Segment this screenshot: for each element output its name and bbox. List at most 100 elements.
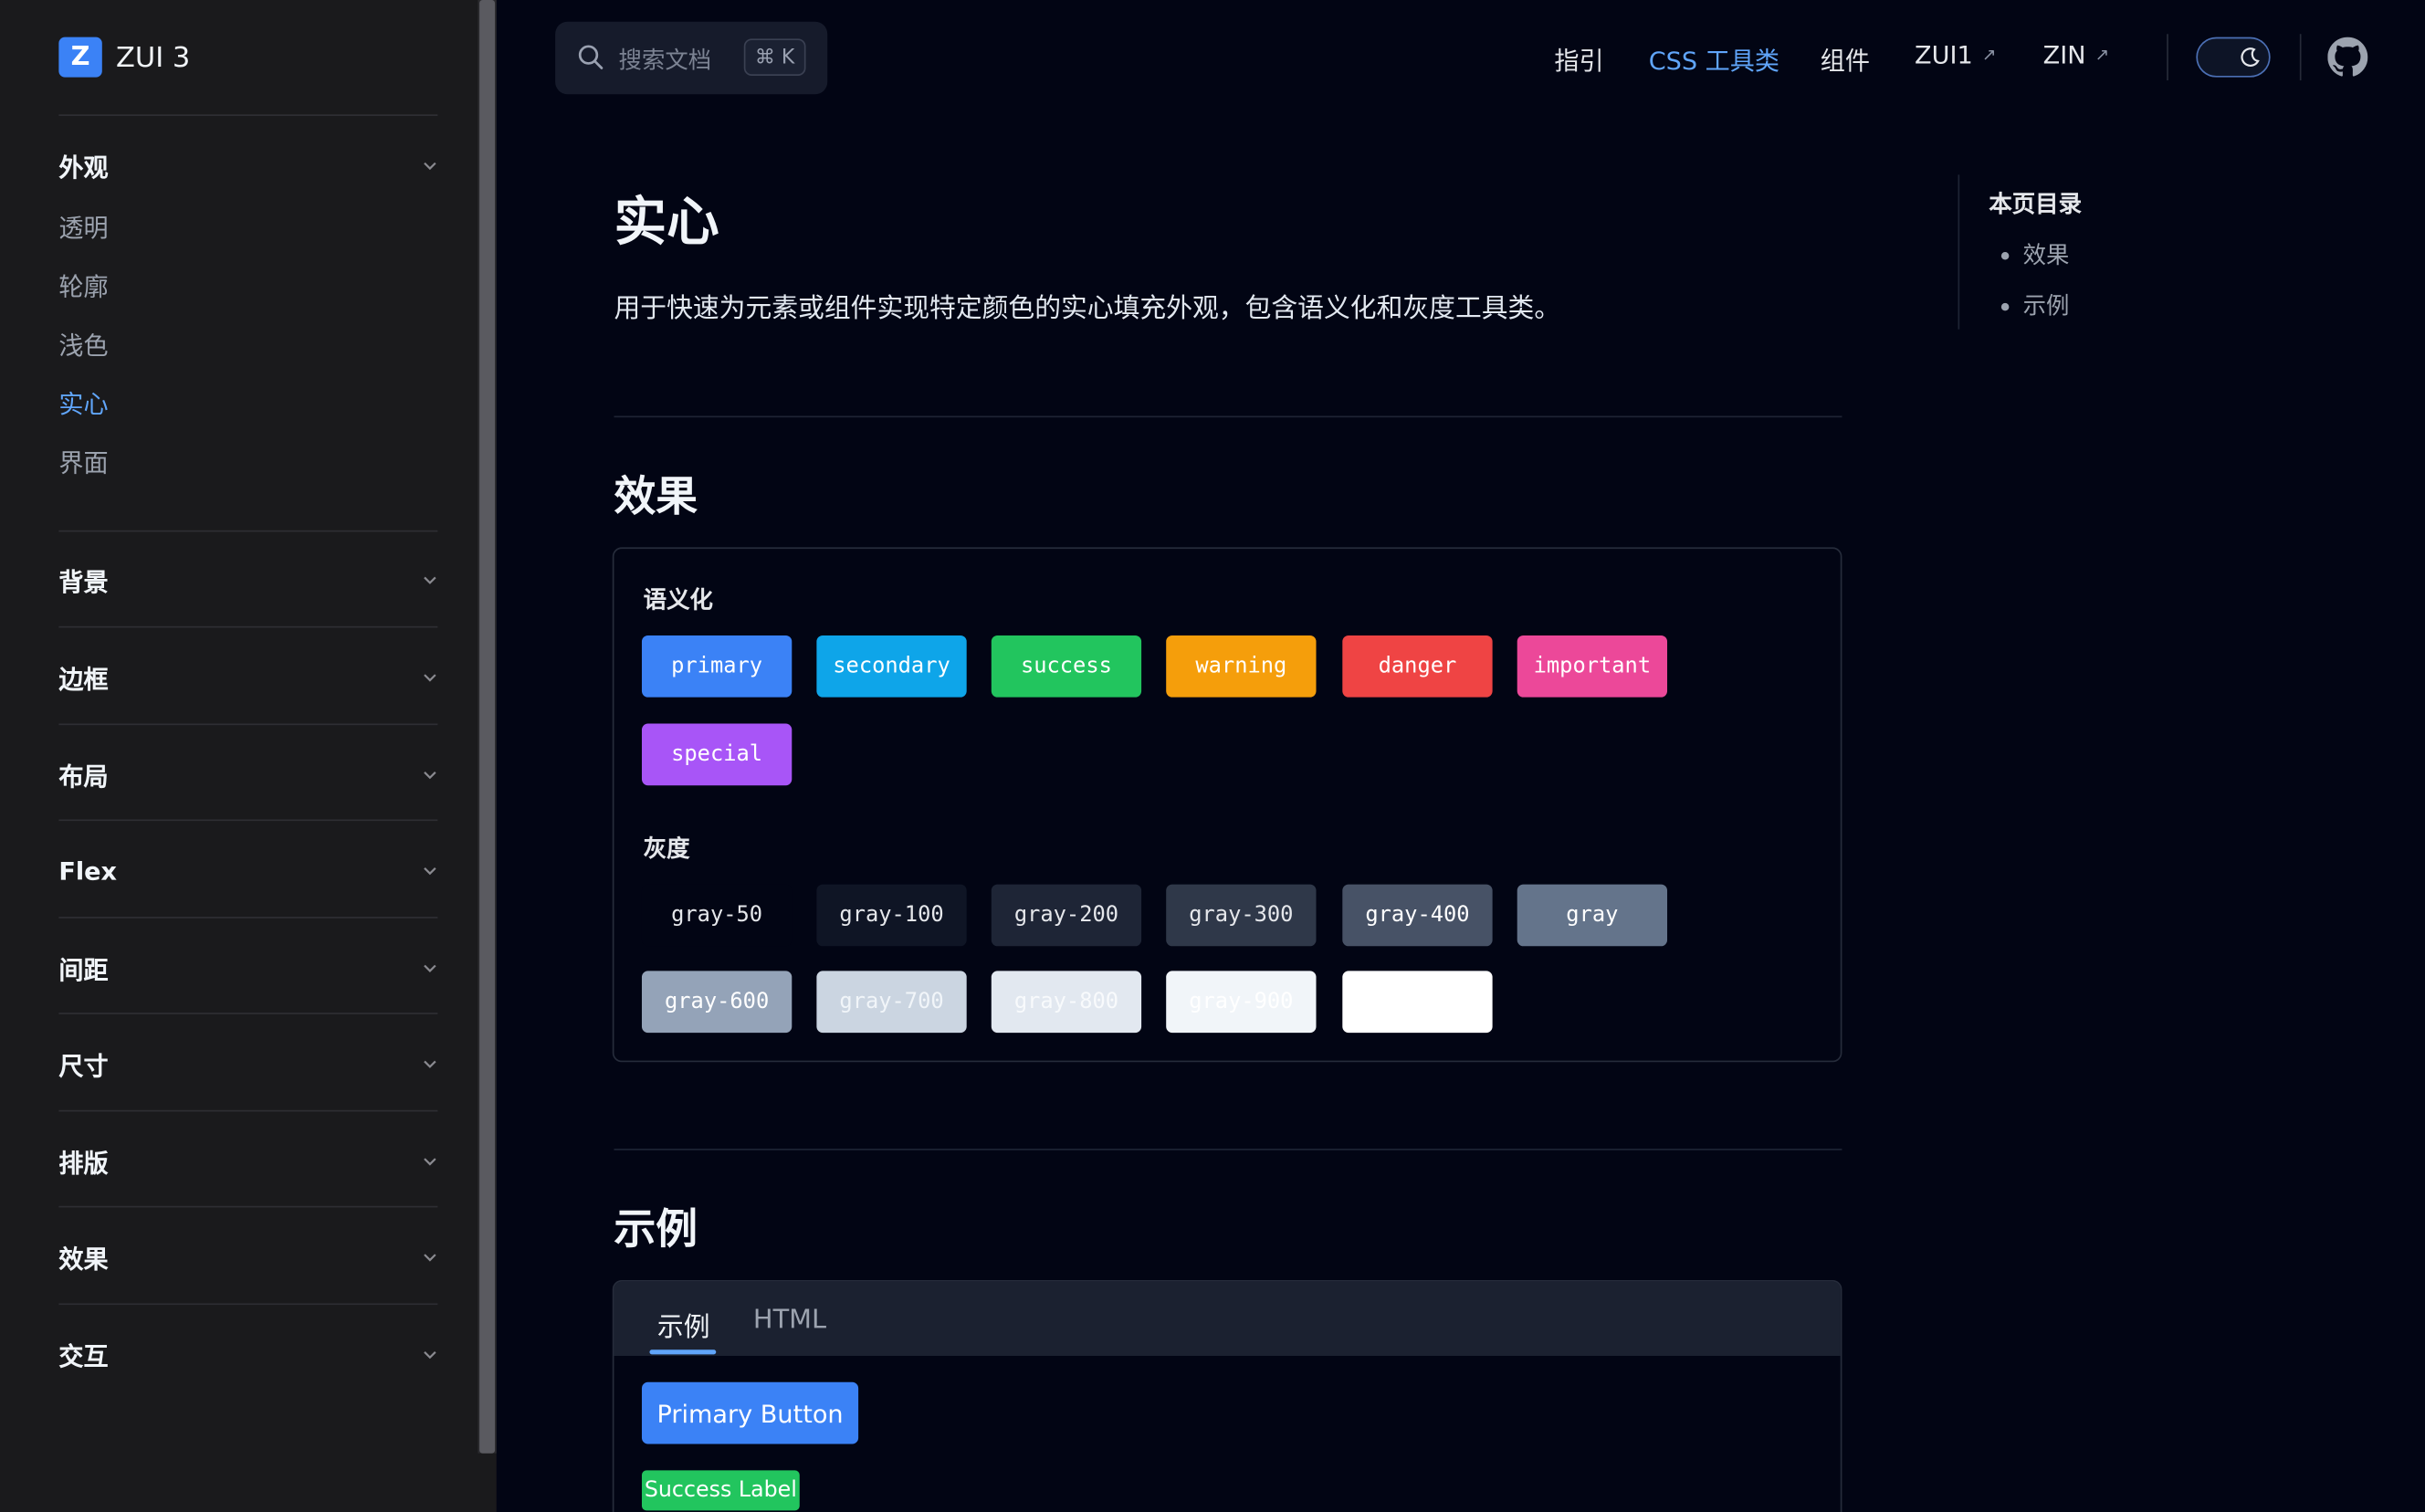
chevron-down-icon xyxy=(424,1158,436,1166)
nav-guide[interactable]: 指引 xyxy=(1554,40,1603,78)
divider xyxy=(58,917,438,919)
sidebar-group-spacing[interactable]: 间距 xyxy=(58,950,437,987)
gray-chip-gray-200: gray-200 xyxy=(991,884,1142,947)
divider xyxy=(58,1303,438,1306)
sidebar-group-label: 排版 xyxy=(58,1149,109,1179)
divider xyxy=(58,114,438,116)
nav-label: 组件 xyxy=(1820,46,1870,76)
page-description: 用于快速为元素或组件实现特定颜色的实心填充外观，包含语义化和灰度工具类。 xyxy=(614,293,1561,325)
semantic-label: 语义化 xyxy=(643,585,713,614)
app-title: ZUI 3 xyxy=(116,40,191,74)
gray-chip-gray-600: gray-600 xyxy=(641,971,793,1034)
gray-chip-gray-50: gray-50 xyxy=(641,884,793,947)
divider xyxy=(58,530,438,532)
sidebar-group-layout[interactable]: 布局 xyxy=(58,756,437,793)
nav-label: ZIN xyxy=(2042,40,2086,70)
sidebar-group-appearance[interactable]: 外观 xyxy=(58,147,437,184)
sidebar: Z ZUI 3 外观 透明 轮廓 浅色 实心 界面 背景 边框 布局 Flex xyxy=(0,0,497,1512)
sidebar-group-label: 间距 xyxy=(58,955,109,985)
search-placeholder: 搜索文档 xyxy=(618,46,712,75)
section-heading-example: 示例 xyxy=(614,1205,698,1255)
chevron-down-icon xyxy=(424,1254,436,1262)
search-icon xyxy=(578,45,604,69)
divider xyxy=(58,1205,438,1208)
moon-icon xyxy=(2234,41,2266,73)
example-tabs: 示例 HTML xyxy=(614,1281,1841,1357)
primary-button[interactable]: Primary Button xyxy=(641,1381,859,1444)
gray-label: 灰度 xyxy=(643,835,690,863)
chevron-down-icon xyxy=(424,162,436,171)
sidebar-item-solid[interactable]: 实心 xyxy=(58,383,108,421)
sidebar-item-outline[interactable]: 轮廓 xyxy=(58,266,108,303)
semantic-chip-important: important xyxy=(1517,635,1668,698)
toc-item-effect[interactable]: 效果 xyxy=(2001,238,2070,271)
nav-components[interactable]: 组件 xyxy=(1821,40,1870,78)
tab-example[interactable]: 示例 xyxy=(657,1305,710,1344)
sidebar-group-interaction[interactable]: 交互 xyxy=(58,1336,437,1373)
chevron-down-icon xyxy=(424,772,436,780)
toc-item-example[interactable]: 示例 xyxy=(2001,289,2070,322)
active-tab-indicator xyxy=(649,1349,717,1355)
toc-title: 本页目录 xyxy=(1989,190,2083,218)
toc-divider xyxy=(1958,174,1960,330)
nav-label: ZUI1 xyxy=(1915,40,1973,70)
theme-toggle[interactable] xyxy=(2196,37,2271,78)
chevron-down-icon xyxy=(424,674,436,682)
sidebar-group-background[interactable]: 背景 xyxy=(58,562,437,599)
divider xyxy=(2167,34,2168,81)
sidebar-group-sizing[interactable]: 尺寸 xyxy=(58,1045,437,1083)
sidebar-group-label: 背景 xyxy=(58,567,109,597)
tab-html[interactable]: HTML xyxy=(753,1305,826,1336)
nav-label: CSS 工具类 xyxy=(1648,46,1779,76)
chevron-down-icon xyxy=(424,576,436,584)
sidebar-group-typography[interactable]: 排版 xyxy=(58,1142,437,1180)
divider xyxy=(58,625,438,628)
semantic-chip-special: special xyxy=(641,723,793,786)
chevron-down-icon xyxy=(424,1060,436,1068)
section-heading-effect: 效果 xyxy=(614,473,698,521)
divider xyxy=(58,1109,438,1112)
divider xyxy=(614,1149,1842,1150)
sidebar-item-transparent[interactable]: 透明 xyxy=(58,207,108,245)
sidebar-group-label: 外观 xyxy=(58,152,109,183)
gray-chip-gray-900: gray-900 xyxy=(1166,971,1317,1034)
nav-css-utilities[interactable]: CSS 工具类 xyxy=(1649,40,1779,78)
divider xyxy=(614,415,1842,418)
github-icon[interactable] xyxy=(2327,37,2368,78)
semantic-chip-success: success xyxy=(991,635,1142,698)
sidebar-item-surface[interactable]: 界面 xyxy=(58,442,108,479)
nav-zin[interactable]: ZIN ↗ xyxy=(2043,40,2110,69)
sidebar-group-label: Flex xyxy=(58,856,118,886)
gray-chip-gray-300: gray-300 xyxy=(1166,884,1317,947)
semantic-chip-danger: danger xyxy=(1342,635,1493,698)
success-label: Success Label xyxy=(641,1470,800,1511)
sidebar-item-light[interactable]: 浅色 xyxy=(58,325,108,362)
sidebar-group-label: 尺寸 xyxy=(58,1051,109,1081)
chevron-down-icon xyxy=(424,867,436,876)
sidebar-group-effects[interactable]: 效果 xyxy=(58,1238,437,1276)
nav-label: 指引 xyxy=(1554,46,1604,76)
chevron-down-icon xyxy=(424,1351,436,1360)
sidebar-group-label: 布局 xyxy=(58,761,109,792)
sidebar-group-label: 效果 xyxy=(58,1244,109,1275)
semantic-chip-warning: warning xyxy=(1166,635,1317,698)
gray-chip-gray-700: gray-700 xyxy=(816,971,967,1034)
sidebar-scrollbar[interactable] xyxy=(478,0,497,1454)
gray-chip-gray-800: gray-800 xyxy=(991,971,1142,1034)
gray-chip-gray-950: gray-950 xyxy=(1342,971,1493,1034)
chevron-down-icon xyxy=(424,964,436,972)
external-link-icon: ↗ xyxy=(2094,45,2110,66)
zui-logo-icon: Z xyxy=(58,37,102,78)
semantic-chip-secondary: secondary xyxy=(816,635,967,698)
gray-chip-gray-400: gray-400 xyxy=(1342,884,1493,947)
nav-zui1[interactable]: ZUI1 ↗ xyxy=(1915,40,1996,69)
gray-chip-gray: gray xyxy=(1517,884,1668,947)
sidebar-group-label: 交互 xyxy=(58,1341,109,1371)
search-shortcut: ⌘ K xyxy=(743,38,806,76)
divider xyxy=(58,819,438,822)
gray-chip-gray-100: gray-100 xyxy=(816,884,967,947)
logo[interactable]: Z ZUI 3 xyxy=(58,37,190,78)
sidebar-group-border[interactable]: 边框 xyxy=(58,658,437,696)
scrollbar-thumb[interactable] xyxy=(479,0,496,1454)
sidebar-group-flex[interactable]: Flex xyxy=(58,852,437,889)
